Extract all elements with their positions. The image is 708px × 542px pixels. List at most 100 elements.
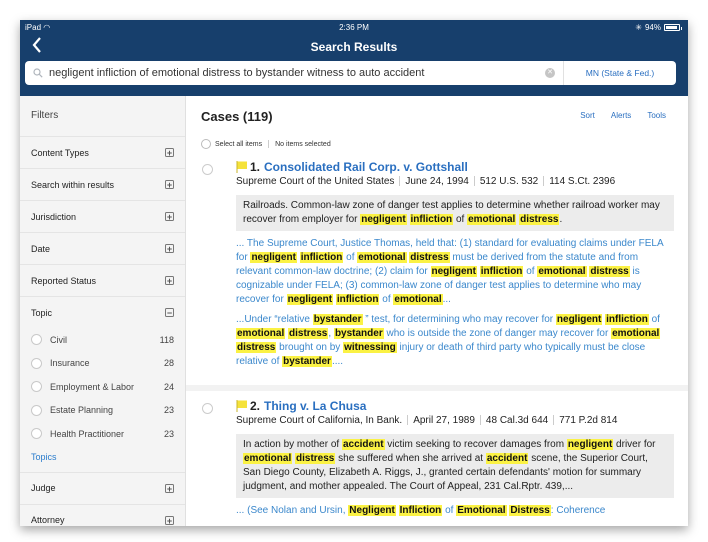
search-term-highlight: emotional — [243, 453, 293, 464]
jurisdiction-button[interactable]: MN (State & Fed.) — [563, 61, 676, 85]
search-term-highlight: emotional — [357, 252, 407, 263]
result-title: 1. Consolidated Rail Corp. v. Gottshall — [236, 160, 674, 174]
filter-content-types[interactable]: Content Types + — [20, 137, 185, 169]
topics-more-link[interactable]: Topics — [20, 446, 185, 473]
search-term-highlight: emotional — [537, 266, 587, 277]
search-term-highlight: accident — [485, 453, 529, 464]
expand-icon[interactable]: + — [165, 276, 174, 286]
filter-label: Judge — [31, 483, 56, 493]
search-input[interactable] — [43, 67, 545, 79]
search-term-highlight: emotional — [393, 294, 443, 305]
result-meta-field: 114 S.Ct. 2396 — [549, 176, 616, 187]
expand-icon[interactable]: + — [165, 212, 174, 222]
result-checkbox[interactable] — [202, 403, 213, 414]
divider — [268, 140, 270, 148]
result-excerpt[interactable]: ...Under “relative bystander ” test, for… — [236, 313, 674, 369]
page-title: Search Results — [310, 40, 398, 54]
selection-row: Select all items No items selected — [186, 136, 688, 152]
clear-search-icon[interactable]: ✕ — [545, 68, 555, 78]
filter-label: Reported Status — [31, 275, 97, 286]
search-term-highlight: distress — [236, 342, 277, 353]
selection-status: No items selected — [275, 140, 331, 148]
search-term-highlight: negligent — [555, 314, 603, 325]
filter-attorney[interactable]: Attorney + — [20, 505, 185, 527]
expand-icon[interactable]: + — [165, 515, 174, 525]
result-link[interactable]: Thing v. La Chusa — [264, 399, 366, 413]
results-panel: Cases (119) Sort Alerts Tools Select all… — [186, 96, 688, 526]
topic-label: Civil — [50, 334, 67, 345]
search-term-highlight: distress — [288, 328, 329, 339]
tools-button[interactable]: Tools — [647, 111, 666, 120]
topic-item[interactable]: Insurance 28 — [31, 352, 174, 376]
topic-label: Employment & Labor — [50, 381, 135, 392]
search-term-highlight: Negligent — [348, 505, 396, 516]
result-meta-field: 48 Cal.3d 644 — [485, 415, 549, 426]
meta-separator — [543, 176, 545, 187]
filter-reported-status[interactable]: Reported Status + — [20, 265, 185, 297]
meta-separator — [553, 415, 555, 426]
topic-item[interactable]: Civil 118 — [31, 328, 174, 352]
filter-search-within-results[interactable]: Search within results + — [20, 169, 185, 201]
select-all-label[interactable]: Select all items — [215, 141, 262, 148]
filter-date[interactable]: Date + — [20, 233, 185, 265]
search-term-highlight: Distress — [509, 505, 551, 516]
filter-label: Attorney — [31, 515, 65, 525]
meta-separator — [399, 176, 401, 187]
expand-icon[interactable]: + — [165, 180, 174, 190]
clock: 2:36 PM — [339, 23, 369, 32]
result-title: 2. Thing v. La Chusa — [236, 399, 674, 413]
results-title: Cases (119) — [201, 109, 273, 124]
results-actions: Sort Alerts Tools — [580, 111, 666, 120]
search-term-highlight: negligent — [566, 439, 614, 450]
search-term-highlight: infliction — [409, 214, 454, 225]
topic-left: Civil — [31, 334, 67, 346]
status-right: ✳ 94% — [635, 23, 682, 32]
topic-checkbox[interactable] — [31, 404, 42, 416]
topic-item[interactable]: Estate Planning 23 — [31, 399, 174, 423]
search-term-highlight: witnessing — [343, 342, 397, 353]
ipad-screen: iPad ◠ 2:36 PM ✳ 94% Search Results ✕ MN… — [20, 20, 688, 526]
filter-jurisdiction[interactable]: Jurisdiction + — [20, 201, 185, 233]
result-excerpt[interactable]: ... (See Nolan and Ursin, Negligent Infl… — [236, 504, 674, 518]
sort-button[interactable]: Sort — [580, 111, 595, 120]
expand-icon[interactable]: + — [165, 483, 174, 493]
search-term-highlight: negligent — [430, 266, 477, 277]
search-term-highlight: negligent — [286, 294, 334, 305]
alerts-button[interactable]: Alerts — [611, 111, 631, 120]
battery-icon — [664, 24, 682, 31]
filter-label: Search within results — [31, 179, 115, 190]
topic-item[interactable]: Employment & Labor 24 — [31, 375, 174, 399]
filter-judge[interactable]: Judge + — [20, 473, 185, 505]
topic-checkbox[interactable] — [31, 428, 42, 440]
topic-label: Estate Planning — [50, 405, 114, 416]
topic-count: 28 — [163, 358, 174, 369]
topic-checkbox[interactable] — [31, 334, 42, 346]
topic-checkbox[interactable] — [31, 357, 42, 369]
collapse-icon[interactable]: − — [165, 308, 174, 318]
topic-count: 23 — [163, 405, 174, 416]
topic-label: Health Practitioner — [50, 428, 125, 439]
result-meta-field: 512 U.S. 532 — [479, 176, 539, 187]
select-all-checkbox[interactable] — [201, 139, 211, 149]
result-meta-field: Supreme Court of the United States — [236, 176, 395, 187]
topic-checkbox[interactable] — [31, 381, 42, 393]
search-term-highlight: Emotional — [456, 505, 507, 516]
search-term-highlight: Infliction — [398, 505, 443, 516]
nav-bar: Search Results — [20, 36, 688, 58]
search-term-highlight: bystander — [333, 328, 384, 339]
expand-icon[interactable]: + — [165, 244, 174, 254]
results-header: Cases (119) Sort Alerts Tools — [186, 96, 688, 136]
expand-icon[interactable]: + — [165, 148, 174, 158]
topic-label: Insurance — [50, 358, 90, 369]
filter-label: Jurisdiction — [31, 211, 77, 222]
battery-fill — [666, 26, 678, 29]
meta-separator — [473, 176, 475, 187]
result-link[interactable]: Consolidated Rail Corp. v. Gottshall — [264, 160, 468, 174]
search-term-highlight: negligent — [250, 252, 297, 263]
result-excerpt[interactable]: ... The Supreme Court, Justice Thomas, h… — [236, 237, 674, 307]
topic-item[interactable]: Health Practitioner 23 — [31, 422, 174, 446]
result-checkbox[interactable] — [202, 164, 213, 175]
filter-topic[interactable]: Topic − — [20, 297, 185, 328]
result-number: 1. — [250, 160, 261, 174]
search-icon — [33, 68, 43, 78]
